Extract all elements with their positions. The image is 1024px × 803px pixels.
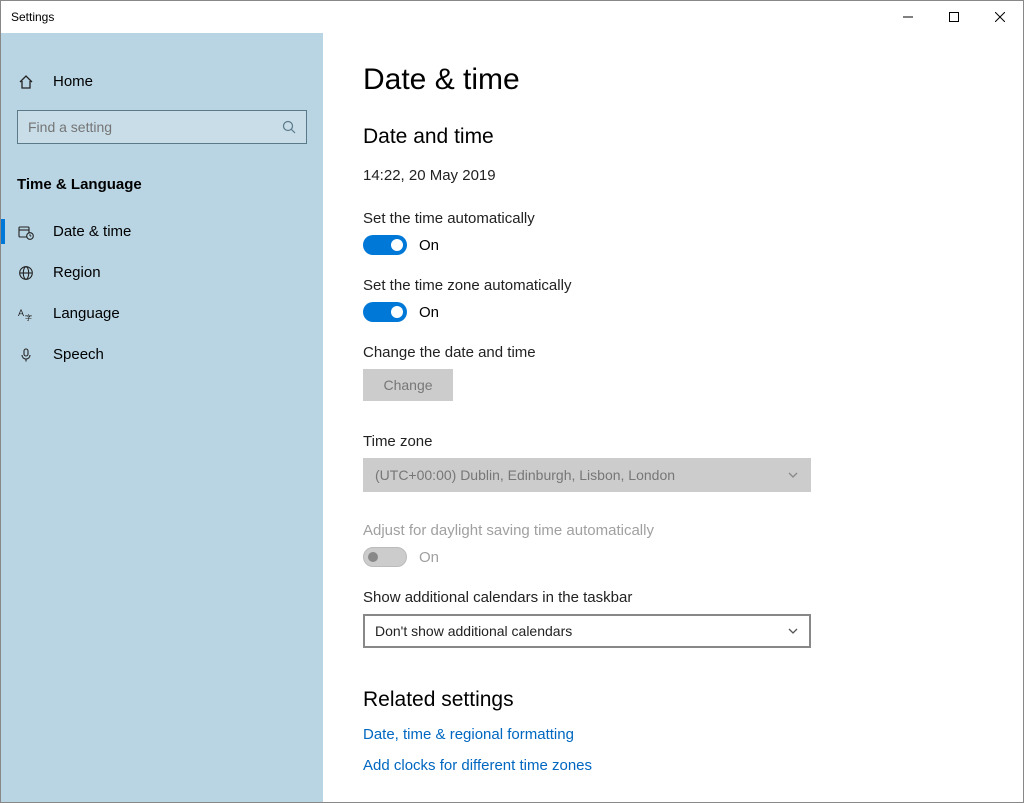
toggle-set-time-auto-state: On — [419, 237, 439, 254]
sidebar-item-date-time[interactable]: Date & time — [1, 211, 323, 252]
sidebar-home[interactable]: Home — [1, 63, 323, 100]
microphone-icon — [17, 347, 35, 363]
section-heading-date-time: Date and time — [363, 125, 983, 149]
sidebar: Home Time & Language Date & time Region … — [1, 33, 323, 802]
home-icon — [17, 74, 35, 90]
toggle-set-tz-auto-state: On — [419, 304, 439, 321]
maximize-button[interactable] — [931, 1, 977, 33]
window-title: Settings — [11, 10, 54, 24]
calendar-clock-icon — [17, 224, 35, 240]
search-icon — [282, 120, 296, 134]
page-title: Date & time — [363, 63, 983, 97]
toggle-set-time-auto[interactable] — [363, 235, 407, 255]
link-add-clocks[interactable]: Add clocks for different time zones — [363, 757, 983, 774]
minimize-button[interactable] — [885, 1, 931, 33]
sidebar-item-label: Date & time — [53, 223, 131, 240]
sidebar-item-speech[interactable]: Speech — [1, 334, 323, 375]
sidebar-category: Time & Language — [1, 168, 323, 211]
sidebar-item-label: Speech — [53, 346, 104, 363]
label-change-date-time: Change the date and time — [363, 344, 983, 361]
sidebar-home-label: Home — [53, 73, 93, 90]
svg-text:字: 字 — [25, 313, 32, 322]
select-time-zone-value: (UTC+00:00) Dublin, Edinburgh, Lisbon, L… — [375, 467, 675, 483]
svg-text:A: A — [18, 308, 24, 318]
link-date-time-formatting[interactable]: Date, time & regional formatting — [363, 726, 983, 743]
chevron-down-icon — [787, 625, 799, 637]
globe-icon — [17, 265, 35, 281]
current-date-time: 14:22, 20 May 2019 — [363, 167, 983, 184]
close-button[interactable] — [977, 1, 1023, 33]
search-box[interactable] — [17, 110, 307, 144]
select-additional-calendars[interactable]: Don't show additional calendars — [363, 614, 811, 648]
window-controls — [885, 1, 1023, 33]
label-time-zone: Time zone — [363, 433, 983, 450]
search-input[interactable] — [28, 119, 269, 135]
sidebar-item-label: Language — [53, 305, 120, 322]
main-content: Date & time Date and time 14:22, 20 May … — [323, 33, 1023, 802]
label-additional-calendars: Show additional calendars in the taskbar — [363, 589, 983, 606]
change-button: Change — [363, 369, 453, 401]
language-icon: A字 — [17, 306, 35, 322]
section-heading-related: Related settings — [363, 688, 983, 712]
sidebar-item-region[interactable]: Region — [1, 252, 323, 293]
toggle-dst-auto — [363, 547, 407, 567]
label-set-tz-auto: Set the time zone automatically — [363, 277, 983, 294]
select-time-zone: (UTC+00:00) Dublin, Edinburgh, Lisbon, L… — [363, 458, 811, 492]
sidebar-item-label: Region — [53, 264, 101, 281]
title-bar: Settings — [1, 1, 1023, 33]
select-additional-calendars-value: Don't show additional calendars — [375, 623, 572, 639]
label-set-time-auto: Set the time automatically — [363, 210, 983, 227]
toggle-dst-auto-state: On — [419, 549, 439, 566]
toggle-set-tz-auto[interactable] — [363, 302, 407, 322]
sidebar-item-language[interactable]: A字 Language — [1, 293, 323, 334]
chevron-down-icon — [787, 469, 799, 481]
label-dst-auto: Adjust for daylight saving time automati… — [363, 522, 983, 539]
